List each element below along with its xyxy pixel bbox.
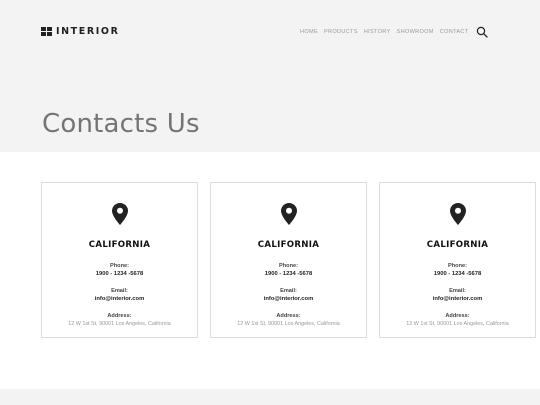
email-value[interactable]: info@interior.com	[211, 296, 366, 302]
nav-showroom[interactable]: SHOWROOM	[397, 27, 434, 37]
nav-home[interactable]: HOME	[300, 27, 318, 37]
address-label: Address:	[276, 313, 301, 319]
phone-value: 1900 - 1234 -5678	[95, 271, 144, 277]
address-value: 12 W 1st St, 90001 Los Angeles, Californ…	[68, 321, 171, 327]
nav-contact[interactable]: CONTACT	[440, 27, 469, 37]
email-value[interactable]: info@interior.com	[380, 296, 535, 302]
phone-label: Phone:	[448, 263, 467, 269]
phone-value: 1900 - 1234 -5678	[264, 271, 313, 277]
phone-value: 1900 - 1234 -5678	[433, 271, 482, 277]
email-label: Email:	[449, 288, 466, 294]
logo-grid-icon	[41, 26, 52, 36]
brand-logo[interactable]: INTERIOR	[41, 25, 120, 37]
contact-card: CALIFORNIA Phone: 1900 - 1234 -5678 Emai…	[379, 182, 536, 338]
nav-history[interactable]: HISTORY	[364, 27, 391, 37]
email-value[interactable]: info@interior.com	[42, 296, 197, 302]
address-value: 12 W 1st St, 90001 Los Angeles, Californ…	[406, 321, 509, 327]
phone-label: Phone:	[279, 263, 298, 269]
map-pin-icon	[280, 203, 297, 225]
email-label: Email:	[280, 288, 297, 294]
address-value: 12 W 1st St, 90001 Los Angeles, Californ…	[237, 321, 340, 327]
phone-label: Phone:	[110, 263, 129, 269]
email-label: Email:	[111, 288, 128, 294]
logo-text: INTERIOR	[56, 25, 120, 37]
card-city: CALIFORNIA	[257, 240, 320, 250]
address-label: Address:	[107, 313, 132, 319]
footer-band	[0, 389, 540, 405]
card-city: CALIFORNIA	[88, 240, 151, 250]
address-label: Address:	[445, 313, 470, 319]
nav-products[interactable]: PRODUCTS	[324, 27, 358, 37]
page-title: Contacts Us	[42, 109, 200, 139]
contact-card: CALIFORNIA Phone: 1900 - 1234 -5678 Emai…	[41, 182, 198, 338]
card-city: CALIFORNIA	[426, 240, 489, 250]
search-icon[interactable]	[476, 26, 489, 38]
map-pin-icon	[111, 203, 128, 225]
map-pin-icon	[449, 203, 466, 225]
contact-card: CALIFORNIA Phone: 1900 - 1234 -5678 Emai…	[210, 182, 367, 338]
main-nav: HOME PRODUCTS HISTORY SHOWROOM CONTACT	[300, 26, 489, 38]
